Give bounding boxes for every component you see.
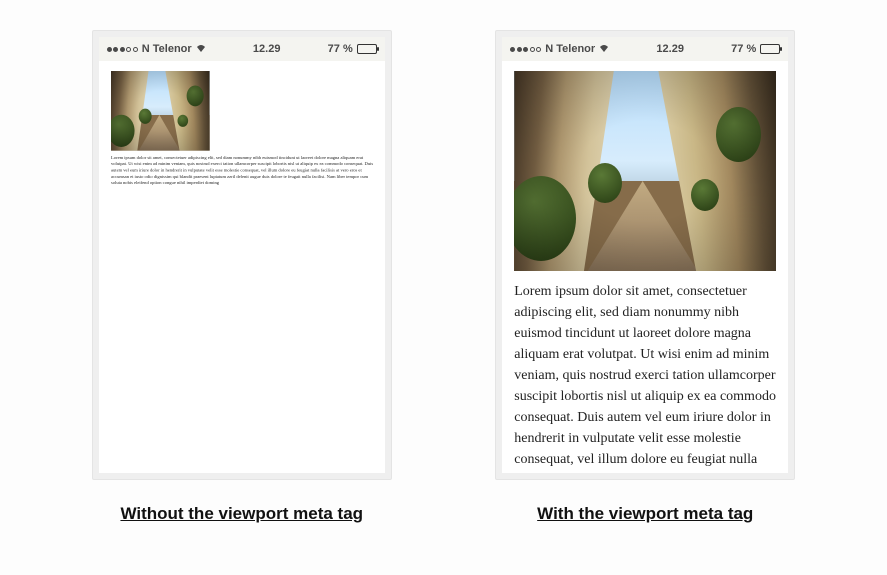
hero-photo xyxy=(111,71,210,151)
phone-screen-left: N Telenor 12.29 77 % Lorem ipsum dolor xyxy=(99,37,385,473)
page-content-right: Lorem ipsum dolor sit amet, consectetuer… xyxy=(502,61,788,473)
signal-icon xyxy=(107,47,138,52)
example-with-viewport: N Telenor 12.29 77 % Lorem ipsum dolor s… xyxy=(475,30,815,524)
signal-icon xyxy=(510,47,541,52)
battery-icon xyxy=(357,44,377,54)
caption-left: Without the viewport meta tag xyxy=(120,504,363,524)
status-bar: N Telenor 12.29 77 % xyxy=(502,37,788,61)
carrier-label: N Telenor xyxy=(142,43,192,55)
status-right: 77 % xyxy=(731,43,780,55)
wifi-icon xyxy=(196,44,206,54)
status-bar: N Telenor 12.29 77 % xyxy=(99,37,385,61)
phone-frame-left: N Telenor 12.29 77 % Lorem ipsum dolor xyxy=(92,30,392,480)
wifi-icon xyxy=(599,44,609,54)
phone-frame-right: N Telenor 12.29 77 % Lorem ipsum dolor s… xyxy=(495,30,795,480)
example-without-viewport: N Telenor 12.29 77 % Lorem ipsum dolor xyxy=(72,30,412,524)
hero-photo xyxy=(514,71,776,271)
status-right: 77 % xyxy=(328,43,377,55)
phone-screen-right: N Telenor 12.29 77 % Lorem ipsum dolor s… xyxy=(502,37,788,473)
status-left: N Telenor xyxy=(107,43,206,55)
clock-label: 12.29 xyxy=(253,43,281,55)
status-left: N Telenor xyxy=(510,43,609,55)
carrier-label: N Telenor xyxy=(545,43,595,55)
battery-pct-label: 77 % xyxy=(731,43,756,55)
battery-pct-label: 77 % xyxy=(328,43,353,55)
battery-icon xyxy=(760,44,780,54)
body-text: Lorem ipsum dolor sit amet, consectetuer… xyxy=(111,155,373,186)
page-content-left: Lorem ipsum dolor sit amet, consectetuer… xyxy=(99,61,385,473)
caption-right: With the viewport meta tag xyxy=(537,504,753,524)
clock-label: 12.29 xyxy=(656,43,684,55)
body-text: Lorem ipsum dolor sit amet, consectetuer… xyxy=(514,281,776,473)
